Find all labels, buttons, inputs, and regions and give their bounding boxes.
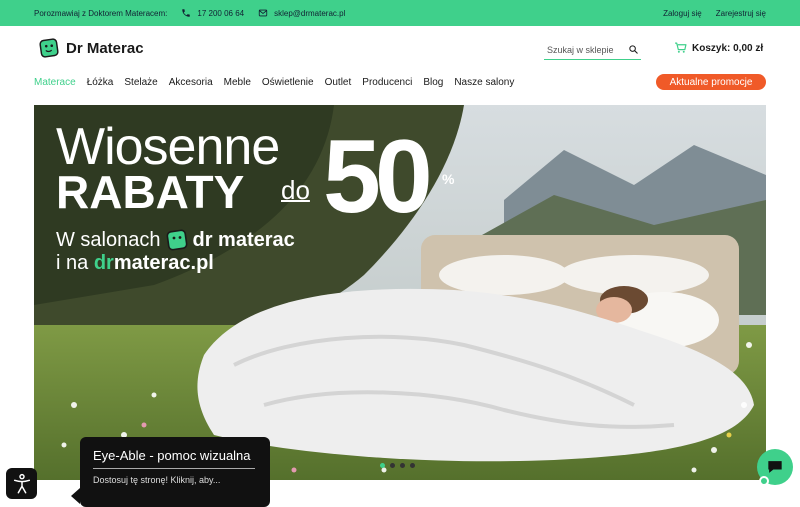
slider-dot[interactable] <box>390 463 395 468</box>
email-link[interactable]: sklep@drmaterac.pl <box>258 8 345 18</box>
consult-text: Porozmawiaj z Doktorem Materacem: <box>34 8 168 18</box>
chat-online-indicator <box>759 476 769 486</box>
hero-line4-white: materac.pl <box>113 252 214 274</box>
hero-line4: i na drmaterac.pl <box>56 252 214 275</box>
site-logo[interactable]: Dr Materac <box>38 37 144 59</box>
hero-banner[interactable]: Wiosenne RABATY do 50 % W salonach dr ma… <box>34 105 766 480</box>
chat-bubble-icon <box>768 461 782 473</box>
mattress-mascot-icon <box>39 38 59 58</box>
search-icon[interactable] <box>628 44 639 55</box>
slider-dot[interactable] <box>410 463 415 468</box>
email-address: sklep@drmaterac.pl <box>274 8 346 18</box>
hero-line4-prefix: i na <box>56 252 94 274</box>
main-nav: Materace Łóżka Stelaże Akcesoria Meble O… <box>34 72 514 92</box>
hero-line3: W salonach dr materac <box>56 228 295 252</box>
mail-icon <box>258 9 268 17</box>
search-input[interactable] <box>544 44 624 55</box>
slider-dot[interactable] <box>400 463 405 468</box>
hero-line3-brand: dr materac <box>192 228 295 251</box>
nav-item-lozka[interactable]: Łóżka <box>87 77 114 88</box>
hero-discount-number: 50 <box>323 119 433 235</box>
hero-line3-prefix: W salonach <box>56 228 161 251</box>
nav-item-stelaze[interactable]: Stelaże <box>124 77 157 88</box>
mattress-mascot-icon <box>166 229 187 251</box>
cart-label: Koszyk: 0,00 zł <box>692 42 764 54</box>
register-link[interactable]: Zarejestruj się <box>716 9 766 18</box>
hero-line4-green: dr <box>93 252 114 274</box>
nav-item-producenci[interactable]: Producenci <box>362 77 412 88</box>
accessibility-tooltip-subtitle: Dostosuj tę stronę! Kliknij, aby... <box>93 475 221 485</box>
promotions-button[interactable]: Aktualne promocje <box>656 74 766 90</box>
logo-text: Dr Materac <box>66 39 144 57</box>
site-header: Dr Materac Koszyk: 0,00 zł <box>0 26 800 72</box>
phone-link[interactable]: 17 200 06 64 <box>181 8 244 18</box>
tooltip-divider <box>93 468 255 469</box>
phone-icon <box>182 9 191 17</box>
top-info-bar: Porozmawiaj z Doktorem Materacem: 17 200… <box>0 0 800 26</box>
phone-number: 17 200 06 64 <box>197 8 245 18</box>
cart-icon <box>675 42 687 53</box>
search-box[interactable] <box>544 40 641 60</box>
cart-button[interactable]: Koszyk: 0,00 zł <box>674 42 763 54</box>
slider-dot[interactable] <box>380 463 385 468</box>
accessibility-tooltip-title: Eye-Able - pomoc wizualna <box>93 448 251 463</box>
nav-item-materace[interactable]: Materace <box>34 77 76 88</box>
login-link[interactable]: Zaloguj się <box>663 9 702 18</box>
slider-dots <box>380 463 415 468</box>
accessibility-icon <box>13 473 30 493</box>
nav-item-nasze-salony[interactable]: Nasze salony <box>454 77 514 88</box>
accessibility-button[interactable] <box>6 468 37 499</box>
nav-item-outlet[interactable]: Outlet <box>325 77 352 88</box>
nav-item-meble[interactable]: Meble <box>224 77 251 88</box>
accessibility-tooltip[interactable]: Eye-Able - pomoc wizualna Dostosuj tę st… <box>80 437 270 507</box>
nav-item-blog[interactable]: Blog <box>423 77 443 88</box>
nav-item-akcesoria[interactable]: Akcesoria <box>169 77 213 88</box>
hero-title-line2: RABATY <box>56 166 245 218</box>
tooltip-arrow <box>71 488 80 504</box>
nav-item-oswietlenie[interactable]: Oświetlenie <box>262 77 314 88</box>
hero-do-text: do <box>281 175 310 205</box>
hero-percent-sign: % <box>442 171 455 187</box>
